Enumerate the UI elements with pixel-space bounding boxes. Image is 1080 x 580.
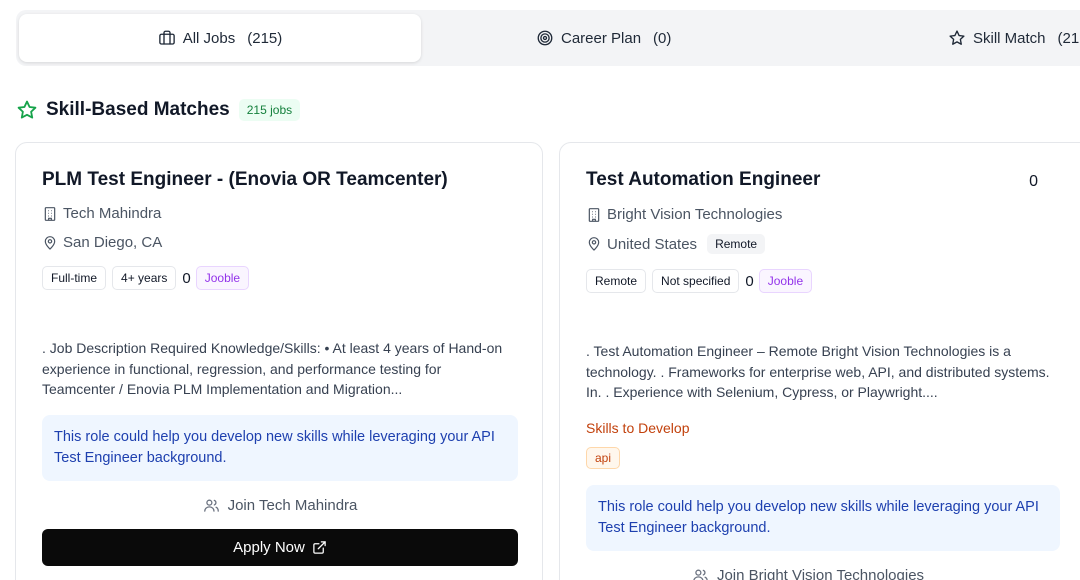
apply-label: Apply Now (233, 539, 305, 556)
zero-value: 0 (745, 272, 754, 290)
location: San Diego, CA (63, 234, 163, 251)
star-icon (948, 29, 966, 47)
tab-count: (21 (1057, 29, 1080, 47)
tab-count: (215) (247, 29, 283, 47)
zero-value: 0 (182, 269, 191, 287)
tab-skill-match[interactable]: Skill Match (21 (948, 14, 1079, 62)
map-pin-icon (586, 236, 602, 252)
match-score: 0 (1029, 173, 1038, 190)
tab-label: Skill Match (973, 29, 1046, 47)
job-title[interactable]: Test Automation Engineer (586, 169, 820, 191)
skill-info-box: This role could help you develop new ski… (586, 485, 1060, 551)
jobs-count-badge: 215 jobs (238, 99, 301, 121)
job-tags: Full-time 4+ years 0 Jooble (42, 266, 255, 290)
join-label: Join Tech Mahindra (227, 497, 358, 514)
tab-count: (0) (653, 29, 672, 47)
join-company-link[interactable]: Join Tech Mahindra (16, 497, 544, 514)
tab-career-plan[interactable]: Career Plan (0) (536, 14, 671, 62)
employment-type-chip: Full-time (42, 266, 107, 290)
join-company-link[interactable]: Join Bright Vision Technologies (560, 567, 1056, 580)
location: United States (607, 235, 698, 253)
job-title[interactable]: PLM Test Engineer - (Enovia OR Teamcente… (42, 169, 448, 191)
skills-to-develop-label: Skills to Develop (586, 420, 690, 436)
job-description: . Test Automation Engineer – Remote Brig… (586, 343, 1050, 400)
section-header: Skill-Based Matches 215 jobs (16, 99, 301, 121)
job-tags: Remote Not specified 0 Jooble (586, 269, 818, 293)
star-icon (16, 99, 38, 121)
job-card[interactable]: PLM Test Engineer - (Enovia OR Teamcente… (15, 142, 543, 580)
job-card[interactable]: Test Automation Engineer 0 Bright Vision… (559, 142, 1080, 580)
skill-info-box: This role could help you develop new ski… (42, 415, 518, 481)
building-icon (586, 207, 602, 223)
view-tabs: All Jobs (215) Career Plan (0) Skill Mat… (16, 10, 1080, 66)
company-name: Bright Vision Technologies (607, 206, 783, 223)
skill-chip: api (586, 447, 621, 469)
company-name: Tech Mahindra (63, 205, 162, 222)
experience-chip: 4+ years (112, 266, 177, 290)
tab-label: All Jobs (182, 29, 236, 47)
target-icon (536, 29, 554, 47)
users-icon (203, 497, 220, 514)
users-icon (692, 567, 709, 580)
source-chip: Jooble (758, 269, 813, 293)
section-title: Skill-Based Matches (46, 99, 230, 120)
briefcase-icon (158, 29, 176, 47)
apply-now-button[interactable]: Apply Now (42, 529, 518, 566)
company-row: Bright Vision Technologies (586, 206, 782, 223)
job-description: . Job Description Required Knowledge/Ski… (42, 340, 503, 397)
join-label: Join Bright Vision Technologies (716, 567, 925, 580)
source-chip: Jooble (195, 266, 250, 290)
map-pin-icon (42, 235, 58, 251)
company-row: Tech Mahindra (42, 205, 161, 222)
experience-chip: Not specified (652, 269, 740, 293)
location-row: San Diego, CA (42, 234, 162, 251)
work-mode-chip: Remote (586, 269, 647, 293)
external-link-icon (312, 540, 327, 555)
building-icon (42, 206, 58, 222)
location-row: United States Remote (586, 234, 766, 254)
remote-chip: Remote (707, 234, 766, 254)
tab-label: Career Plan (561, 29, 642, 47)
tab-all-jobs[interactable]: All Jobs (215) (19, 14, 421, 62)
